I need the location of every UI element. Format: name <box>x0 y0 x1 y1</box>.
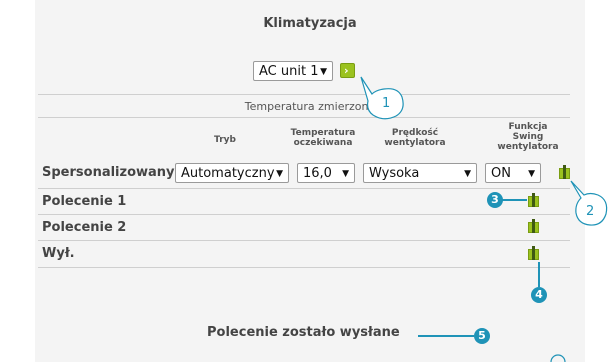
row-label-command-1: Polecenie 1 <box>42 194 127 209</box>
column-header-temperature: Temperatura oczekiwana <box>290 128 356 148</box>
temperature-select-value: 16,0 <box>303 166 332 181</box>
measured-temperature-label: Temperatura zmierzona <box>244 100 376 113</box>
swing-select[interactable]: ON ▼ <box>485 163 541 183</box>
divider <box>38 240 570 241</box>
send-off-button[interactable] <box>528 246 539 260</box>
callout-badge-4: 4 <box>531 287 547 303</box>
select-unit-go-button[interactable]: › <box>340 63 355 78</box>
temperature-select[interactable]: 16,0 ▼ <box>297 163 355 183</box>
fan-speed-select-value: Wysoka <box>369 166 420 181</box>
swing-select-value: ON <box>491 166 511 181</box>
divider <box>38 94 570 95</box>
callout-badge-5: 5 <box>474 328 490 344</box>
column-header-fan-speed: Prędkość wentylatora <box>384 128 446 148</box>
divider <box>38 214 570 215</box>
callout-label-2: 2 <box>586 204 595 219</box>
send-command-1-button[interactable] <box>528 193 539 207</box>
divider <box>38 117 570 118</box>
chevron-down-icon: ▼ <box>528 169 535 179</box>
mode-select[interactable]: Automatyczny ▼ <box>175 163 289 183</box>
climate-panel: Klimatyzacja AC unit 1 ▼ › Temperatura z… <box>35 0 585 362</box>
send-command-2-button[interactable] <box>528 219 539 233</box>
divider <box>38 188 570 189</box>
unit-select-value: AC unit 1 <box>259 64 319 79</box>
mode-select-value: Automatyczny <box>181 166 275 181</box>
fan-speed-select[interactable]: Wysoka ▼ <box>363 163 477 183</box>
row-label-command-2: Polecenie 2 <box>42 220 127 235</box>
chevron-down-icon: ▼ <box>342 169 349 179</box>
chevron-down-icon: ▼ <box>276 169 283 179</box>
callout-badge-3: 3 <box>487 192 503 208</box>
panel-title: Klimatyzacja <box>263 16 357 31</box>
column-header-swing: Funkcja Swing wentylatora <box>497 122 559 152</box>
row-label-custom: Spersonalizowany <box>42 165 175 180</box>
unit-select[interactable]: AC unit 1 ▼ <box>253 61 333 81</box>
arrow-right-icon: › <box>344 64 349 77</box>
row-label-off: Wył. <box>42 246 75 261</box>
chevron-down-icon: ▼ <box>464 169 471 179</box>
send-custom-button[interactable] <box>559 165 570 179</box>
divider <box>38 267 570 268</box>
chevron-down-icon: ▼ <box>320 67 327 77</box>
callout-label-1: 1 <box>382 96 391 111</box>
column-header-mode: Tryb <box>214 135 236 145</box>
